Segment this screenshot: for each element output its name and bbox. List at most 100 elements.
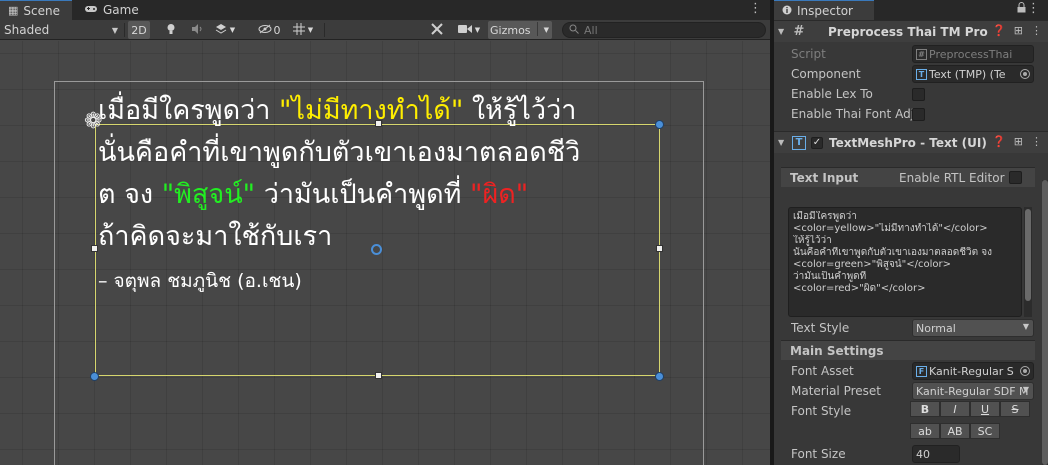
layers-icon [215, 23, 227, 38]
foldout-arrow-icon[interactable]: ▼ [778, 27, 788, 36]
scene-search-input[interactable]: All [562, 22, 766, 38]
preprocess-component-header[interactable]: ▼ # Preprocess Thai TM Pro ❓ ⊞ ⋮ [774, 20, 1048, 42]
enable-lexto-row: Enable Lex To [774, 84, 1038, 104]
camera-dropdown[interactable]: ▼ [452, 21, 486, 39]
underline-button[interactable]: U [970, 401, 1000, 417]
enable-thai-font-label: Enable Thai Font Adju [791, 107, 913, 121]
grid-icon: ▦ [8, 4, 19, 17]
scene-visibility-button[interactable]: 0 [252, 21, 286, 39]
gizmos-label: Gizmos [490, 23, 531, 37]
shading-mode-dropdown[interactable]: Shaded ▼ [4, 20, 120, 40]
text-input-line: ว่ามันเป็นคำพูดที่ [793, 271, 867, 282]
resize-handle-left[interactable] [91, 245, 98, 252]
foldout-arrow-icon[interactable]: ▼ [778, 138, 788, 147]
preprocess-component-title: Preprocess Thai TM Pro [828, 24, 988, 39]
tmp-text-icon: T [792, 135, 806, 150]
help-icon[interactable]: ❓ [992, 24, 1006, 37]
tab-scene-label: Scene [23, 3, 60, 18]
font-asset-label: Font Asset [791, 364, 854, 378]
text-segment-red: "ผิด" [470, 179, 529, 210]
inspector-scrollbar[interactable] [1042, 180, 1048, 465]
inspector-scrollbar-thumb[interactable] [1042, 180, 1048, 465]
corner-handle-bottom-right[interactable] [655, 372, 664, 381]
font-size-input[interactable]: 40 [912, 445, 960, 463]
text-input-area[interactable]: เมื่อมีใครพูดว่า <color=yellow>"ไม่มีทาง… [788, 207, 1022, 317]
font-style-label: Font Style [791, 404, 852, 418]
grid-snap-dropdown[interactable]: ▼ [288, 21, 318, 39]
enable-lexto-checkbox[interactable] [912, 88, 925, 101]
audio-toggle-button[interactable] [186, 21, 208, 39]
material-preset-row: Material Preset Kanit-Regular SDF M ▼ [774, 381, 1038, 401]
preset-sliders-icon[interactable]: ⊞ [1014, 135, 1023, 148]
component-enabled-checkbox[interactable]: ✓ [811, 136, 823, 149]
lowercase-button[interactable]: ab [910, 423, 940, 439]
effects-dropdown[interactable]: ▼ [210, 21, 240, 39]
scene-text-line-3: ต จง "พิสูจน์" ว่ามันเป็นคำพูดที่ "ผิด" [98, 174, 678, 216]
tools-button[interactable] [426, 21, 448, 39]
panel-menu-icon[interactable]: ⋮ [749, 1, 762, 16]
material-preset-label: Material Preset [791, 384, 881, 398]
chevron-down-icon: ▼ [474, 26, 481, 34]
text-input-line: เมื่อมีใครพูดว่า [793, 211, 857, 222]
text-style-value: Normal [916, 321, 956, 335]
component-menu-icon[interactable]: ⋮ [1031, 135, 1042, 148]
corner-handle-bottom-left[interactable] [90, 372, 99, 381]
tab-scene[interactable]: ▦ Scene [0, 0, 72, 20]
scene-panel: ▦ Scene Game ⋮ Shaded ▼ 2D ▼ 0 ▼ ▼ Gizmo… [0, 0, 770, 465]
font-size-label: Font Size [791, 447, 846, 461]
toolbar-divider [124, 23, 125, 37]
scene-text-line-2: นั่นคือคำที่เขาพูดกับตัวเขาเองมาตลอดชีวิ [98, 137, 581, 168]
component-menu-icon[interactable]: ⋮ [1031, 24, 1042, 37]
font-asset-icon: F [916, 365, 927, 377]
kebab-menu-icon[interactable]: ⋮ [1027, 1, 1040, 16]
textmesh-component-header[interactable]: ▼ T ✓ TextMeshPro - Text (UI) ❓ ⊞ ⋮ [774, 131, 1048, 153]
text-segment: เมื่อมีใครพูดว่า [98, 95, 280, 126]
wrench-icon [431, 22, 443, 38]
gamepad-icon [84, 4, 98, 17]
text-input-scrollbar[interactable] [1024, 207, 1032, 317]
object-picker-icon[interactable] [1020, 69, 1030, 79]
script-field: # PreprocessThai [912, 45, 1034, 63]
lock-icon[interactable] [1017, 2, 1026, 16]
tab-game[interactable]: Game [76, 0, 146, 20]
text-input-line: ให้รู้ไว้ว่า [793, 235, 832, 246]
component-row: Component T Text (TMP) (Te [774, 64, 1038, 84]
text-segment-green: "พิสูจน์" [161, 179, 256, 210]
component-object-field[interactable]: T Text (TMP) (Te [912, 65, 1034, 83]
uppercase-button[interactable]: AB [940, 423, 970, 439]
text-style-row: Text Style Normal ▼ [774, 318, 1038, 338]
inspector-tabbar: Inspector ⋮ [774, 0, 1048, 20]
eye-slash-icon [258, 24, 272, 37]
font-asset-row: Font Asset F Kanit-Regular S [774, 361, 1038, 381]
camera-icon [457, 24, 472, 37]
italic-button[interactable]: I [940, 401, 970, 417]
resize-handle-bottom[interactable] [375, 372, 382, 379]
help-icon[interactable]: ❓ [992, 135, 1006, 148]
enable-thai-font-checkbox[interactable] [912, 108, 925, 121]
toolbar-divider [324, 23, 325, 37]
smallcaps-button[interactable]: SC [970, 423, 1000, 439]
strikethrough-button[interactable]: S [1000, 401, 1030, 417]
material-preset-dropdown[interactable]: Kanit-Regular SDF M ▼ [912, 382, 1034, 400]
scene-text-line-1: เมื่อมีใครพูดว่า "ไม่มีทางทำได้" ให้รู้ไ… [98, 90, 678, 132]
object-picker-icon[interactable] [1020, 366, 1030, 376]
lighting-toggle-button[interactable] [160, 21, 182, 39]
speaker-icon [191, 23, 203, 37]
text-segment: ให้รู้ไว้ว่า [463, 95, 577, 126]
2d-toggle-button[interactable]: 2D [128, 21, 150, 39]
tab-inspector[interactable]: Inspector [774, 0, 874, 20]
font-asset-field[interactable]: F Kanit-Regular S [912, 362, 1034, 380]
text-style-dropdown[interactable]: Normal ▼ [912, 319, 1034, 337]
rtl-editor-checkbox[interactable] [1009, 171, 1022, 184]
tmp-text-icon: T [916, 68, 927, 80]
bold-button[interactable]: B [910, 401, 940, 417]
scrollbar-thumb[interactable] [1025, 209, 1031, 301]
font-size-value: 40 [916, 447, 930, 461]
component-header-icons: ❓ ⊞ ⋮ [992, 135, 1042, 148]
chevron-down-icon: ▼ [1022, 385, 1029, 394]
chevron-down-icon: ▼ [543, 26, 549, 34]
preset-sliders-icon[interactable]: ⊞ [1014, 24, 1023, 37]
scene-viewport[interactable]: ❁ เมื่อมีใครพูดว่า "ไม่มีทางทำได้" ให้รู… [0, 41, 770, 465]
component-header-icons: ❓ ⊞ ⋮ [992, 24, 1042, 37]
gizmos-dropdown[interactable]: Gizmos ▼ [488, 21, 552, 39]
